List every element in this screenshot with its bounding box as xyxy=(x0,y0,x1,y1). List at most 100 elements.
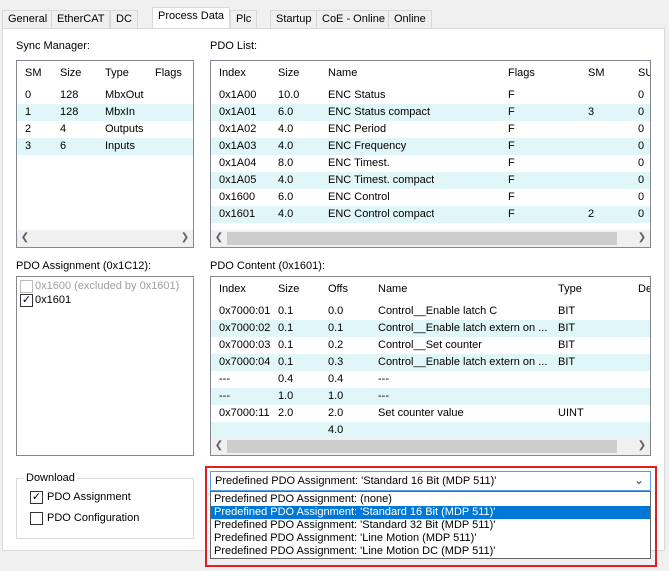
table-row[interactable]: --- 0.4 0.4 --- xyxy=(211,371,650,388)
tab-dc[interactable]: DC xyxy=(110,10,138,28)
column-header[interactable]: Name xyxy=(328,67,357,79)
cell: 4.0 xyxy=(278,123,294,135)
predefined-pdo-combo[interactable]: Predefined PDO Assignment: 'Standard 16 … xyxy=(210,471,651,491)
chevron-down-icon[interactable]: ⌄ xyxy=(634,473,644,487)
tab-online[interactable]: Online xyxy=(388,10,432,28)
pdo-assignment-item-label: 0x1601 xyxy=(35,294,72,306)
table-row[interactable]: 4.0 xyxy=(211,422,650,439)
table-row[interactable]: 0x1601 4.0 ENC Control compact F 2 0 xyxy=(211,206,650,223)
table-row[interactable]: 0x1A05 4.0 ENC Timest. compact F 0 xyxy=(211,172,650,189)
cell: ENC Control xyxy=(328,191,390,203)
scroll-right-icon[interactable]: ❯ xyxy=(637,232,647,244)
cell: Set counter value xyxy=(378,407,464,419)
cell: F xyxy=(508,157,515,169)
cell: 0x1A00 xyxy=(219,89,257,101)
cell: ENC Status compact xyxy=(328,106,431,118)
pdo-content-list[interactable]: Index Size Offs Name Type De 0x7000:01 0.… xyxy=(210,276,651,456)
scroll-right-icon[interactable]: ❯ xyxy=(180,232,190,244)
table-row[interactable]: 0x1A00 10.0 ENC Status F 0 xyxy=(211,87,650,104)
sync-manager-list[interactable]: SM Size Type Flags 0 128 MbxOut 1 128 Mb… xyxy=(16,60,194,248)
cell: ENC Timest. compact xyxy=(328,174,435,186)
column-header[interactable]: SU xyxy=(638,67,650,79)
column-header[interactable]: SM xyxy=(25,67,42,79)
pdo-assignment-checkbox[interactable] xyxy=(20,280,33,293)
table-row[interactable]: 0x7000:11 2.0 2.0 Set counter value UINT xyxy=(211,405,650,422)
column-header[interactable]: Offs xyxy=(328,283,348,295)
table-row[interactable]: 0x1A04 8.0 ENC Timest. F 0 xyxy=(211,155,650,172)
cell: F xyxy=(508,106,515,118)
column-header[interactable]: Type xyxy=(105,67,129,79)
dropdown-option[interactable]: Predefined PDO Assignment: 'Line Motion … xyxy=(211,532,650,545)
column-header[interactable]: SM xyxy=(588,67,605,79)
scroll-left-icon[interactable]: ❮ xyxy=(214,232,224,244)
table-row[interactable]: 0x7000:03 0.1 0.2 Control__Set counter BIT xyxy=(211,337,650,354)
cell: 128 xyxy=(60,89,79,101)
cell: F xyxy=(508,174,515,186)
column-header[interactable]: Size xyxy=(278,283,299,295)
pdo-list-label: PDO List: xyxy=(210,40,258,52)
cell: F xyxy=(508,123,515,135)
cell: 10.0 xyxy=(278,89,300,101)
cell: Control__Enable latch extern on ... xyxy=(378,322,548,334)
scroll-thumb[interactable] xyxy=(227,440,617,453)
cell: 0x1A01 xyxy=(219,106,257,118)
pdo-content-header: Index Size Offs Name Type De xyxy=(211,277,650,303)
dropdown-option[interactable]: Predefined PDO Assignment: (none) xyxy=(211,493,650,506)
cell: F xyxy=(508,208,515,220)
horizontal-scrollbar[interactable]: ❮ ❯ xyxy=(17,230,193,247)
tab-coe-online[interactable]: CoE - Online xyxy=(316,10,391,28)
cell: 2 xyxy=(25,123,32,135)
table-row[interactable]: 1 128 MbxIn xyxy=(17,104,193,121)
dropdown-option[interactable]: Predefined PDO Assignment: 'Line Motion … xyxy=(211,545,650,558)
pdo-assignment-checkbox[interactable]: ✓ xyxy=(20,294,33,307)
cell: 6 xyxy=(60,140,67,152)
pdo-assignment-download-checkbox[interactable]: ✓ xyxy=(30,491,43,504)
cell: 8.0 xyxy=(278,157,294,169)
horizontal-scrollbar[interactable]: ❮ ❯ xyxy=(211,438,650,455)
table-row[interactable]: 0x7000:04 0.1 0.3 Control__Enable latch ext… xyxy=(211,354,650,371)
cell: Inputs xyxy=(105,140,135,152)
predefined-pdo-dropdown[interactable]: Predefined PDO Assignment: (none) Predef… xyxy=(210,491,651,559)
column-header[interactable]: Index xyxy=(219,67,246,79)
download-label: Download xyxy=(24,472,77,484)
dropdown-option[interactable]: Predefined PDO Assignment: 'Standard 32 … xyxy=(211,519,650,532)
cell: 0x1600 xyxy=(219,191,256,203)
column-header[interactable]: Type xyxy=(558,283,582,295)
sync-manager-label: Sync Manager: xyxy=(16,40,90,52)
tab-startup[interactable]: Startup xyxy=(270,10,318,28)
table-row[interactable]: 0x1A01 6.0 ENC Status compact F 3 0 xyxy=(211,104,650,121)
column-header[interactable]: Size xyxy=(278,67,299,79)
tab-general[interactable]: General xyxy=(2,10,54,28)
column-header[interactable]: Name xyxy=(378,283,407,295)
scroll-thumb[interactable] xyxy=(227,232,617,245)
table-row[interactable]: 0x1A03 4.0 ENC Frequency F 0 xyxy=(211,138,650,155)
pdo-configuration-download-checkbox[interactable] xyxy=(30,512,43,525)
column-header[interactable]: Size xyxy=(60,67,81,79)
cell: 0 xyxy=(638,191,645,203)
cell: 0x1A03 xyxy=(219,140,257,152)
table-row[interactable]: 2 4 Outputs xyxy=(17,121,193,138)
dropdown-option[interactable]: Predefined PDO Assignment: 'Standard 16 … xyxy=(211,506,650,519)
table-row[interactable]: 0x1600 6.0 ENC Control F 0 xyxy=(211,189,650,206)
column-header[interactable]: Flags xyxy=(508,67,535,79)
table-row[interactable]: 0x1A02 4.0 ENC Period F 0 xyxy=(211,121,650,138)
scroll-left-icon[interactable]: ❮ xyxy=(20,232,30,244)
scroll-left-icon[interactable]: ❮ xyxy=(214,440,224,452)
predefined-pdo-combo-value: Predefined PDO Assignment: 'Standard 16 … xyxy=(215,475,497,487)
column-header[interactable]: Flags xyxy=(155,67,182,79)
tab-process-data[interactable]: Process Data xyxy=(152,7,231,30)
column-header[interactable]: De xyxy=(638,283,650,295)
table-row[interactable]: 0x7000:02 0.1 0.1 Control__Enable latch ext… xyxy=(211,320,650,337)
horizontal-scrollbar[interactable]: ❮ ❯ xyxy=(211,230,650,247)
pdo-list[interactable]: Index Size Name Flags SM SU 0x1A00 10.0 EN… xyxy=(210,60,651,248)
table-row[interactable]: --- 1.0 1.0 --- xyxy=(211,388,650,405)
tab-plc[interactable]: Plc xyxy=(230,10,258,28)
table-row[interactable]: 3 6 Inputs xyxy=(17,138,193,155)
table-row[interactable]: 0 128 MbxOut xyxy=(17,87,193,104)
pdo-assignment-list[interactable]: 0x1600 (excluded by 0x1601) ✓ 0x1601 xyxy=(16,276,194,456)
tab-ethercat[interactable]: EtherCAT xyxy=(51,10,111,28)
cell: 128 xyxy=(60,106,79,118)
column-header[interactable]: Index xyxy=(219,283,246,295)
scroll-right-icon[interactable]: ❯ xyxy=(637,440,647,452)
table-row[interactable]: 0x7000:01 0.1 0.0 Control__Enable latch C BI… xyxy=(211,303,650,320)
